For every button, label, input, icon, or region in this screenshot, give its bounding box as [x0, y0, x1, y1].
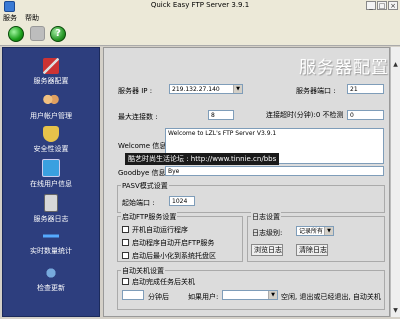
scrollbar[interactable]: ▲ ▼ — [390, 47, 400, 317]
goodbye-input[interactable]: Bye — [165, 166, 384, 176]
globe-icon — [43, 265, 59, 281]
menu-help[interactable]: 帮助 — [25, 13, 39, 23]
sidebar-item-user-accounts[interactable]: 用户帐户管理 — [3, 93, 99, 121]
tools-icon — [43, 58, 59, 74]
stop-server-button[interactable] — [30, 26, 45, 41]
max-connections-label: 最大连接数 : — [118, 113, 158, 121]
goodbye-label: Goodbye 信息: — [118, 169, 168, 177]
chevron-down-icon: ▼ — [324, 227, 333, 235]
minimize-to-tray-checkbox[interactable] — [122, 252, 129, 259]
log-settings-group-title: 日志设置 — [251, 212, 281, 222]
shutdown-user-dropdown[interactable]: ▼ — [222, 290, 278, 300]
sidebar-item-label: 服务器配置 — [33, 77, 69, 85]
shutdown-after-tasks-checkbox[interactable] — [122, 278, 129, 285]
toolbar: ? — [0, 23, 400, 46]
page-title: 服务器配置 — [299, 58, 389, 78]
auto-shutdown-group: 自动关机设置 启动完成任务后关机 分钟后 如果用户: ▼ 空闲, 退出或已经退出… — [117, 266, 385, 310]
main-panel: 服务器配置 服务器 IP : 219.132.27.140 ▼ 服务器端口 : … — [103, 47, 390, 317]
log-level-value: 记录所有 — [299, 228, 324, 235]
help-button[interactable]: ? — [50, 26, 66, 42]
browse-log-button[interactable]: 浏览日志 — [251, 244, 283, 256]
sidebar: 服务器配置 用户帐户管理 安全性设置 在线用户信息 服务器日志 实时数量统计 检… — [2, 47, 100, 317]
server-icon — [44, 194, 58, 212]
window-title: Quick Easy FTP Server 3.9.1 — [150, 1, 250, 9]
start-server-button[interactable] — [8, 26, 24, 42]
shutdown-minutes-input[interactable] — [122, 290, 144, 300]
auto-start-ftp-label: 启动程序自动开启FTP服务 — [132, 239, 215, 247]
auto-shutdown-group-title: 自动关机设置 — [121, 266, 165, 276]
close-button[interactable]: × — [388, 1, 398, 10]
server-port-input[interactable]: 21 — [347, 84, 384, 94]
ftp-startup-group: 启动FTP服务设置 开机自动运行程序 启动程序自动开启FTP服务 启动后最小化到… — [117, 212, 243, 262]
shutdown-after-tasks-label: 启动完成任务后关机 — [132, 278, 195, 286]
auto-run-label: 开机自动运行程序 — [132, 226, 188, 234]
sidebar-item-label: 安全性设置 — [33, 145, 69, 153]
menu-service[interactable]: 服务 — [3, 13, 17, 23]
sidebar-item-label: 在线用户信息 — [30, 180, 72, 188]
log-level-label: 日志级别: — [252, 229, 283, 237]
ftp-startup-group-title: 启动FTP服务设置 — [121, 212, 178, 222]
sidebar-item-server-config[interactable]: 服务器配置 — [3, 58, 99, 86]
pasv-group-title: PASV模式设置 — [121, 181, 169, 191]
idle-exit-label: 空闲, 退出或已经退出, 自动关机 — [281, 293, 381, 301]
timeout-label: 连接超时(分钟):0 不检测 — [266, 111, 344, 119]
chevron-down-icon: ▼ — [233, 85, 242, 93]
scroll-down-arrow-icon[interactable]: ▼ — [392, 307, 399, 315]
server-ip-dropdown[interactable]: 219.132.27.140 ▼ — [169, 84, 243, 94]
if-user-label: 如果用户: — [188, 293, 219, 301]
server-ip-label: 服务器 IP : — [118, 87, 153, 95]
watermark-banner: 酷艺时尚生活论坛 : http://www.tinnie.cn/bbs — [125, 153, 280, 165]
menu-bar: 服务 帮助 — [0, 12, 400, 23]
sidebar-item-label: 检查更新 — [37, 284, 65, 292]
pasv-group: PASV模式设置 起始端口 : 1024 — [117, 181, 385, 213]
clear-log-button[interactable]: 清除日志 — [296, 244, 328, 256]
chart-icon — [43, 228, 59, 244]
sidebar-item-realtime-stats[interactable]: 实时数量统计 — [3, 228, 99, 256]
timeout-input[interactable]: 0 — [347, 110, 384, 120]
maximize-button[interactable]: □ — [377, 1, 387, 10]
server-ip-value: 219.132.27.140 — [172, 86, 220, 93]
server-port-label: 服务器端口 : — [296, 87, 336, 95]
log-level-dropdown[interactable]: 记录所有 ▼ — [296, 226, 334, 236]
users-icon — [43, 93, 59, 109]
sidebar-item-check-updates[interactable]: 检查更新 — [3, 265, 99, 293]
start-port-input[interactable]: 1024 — [169, 196, 195, 206]
network-icon — [42, 159, 60, 177]
shield-icon — [43, 126, 59, 142]
minimize-button[interactable]: _ — [366, 1, 376, 10]
start-port-label: 起始端口 : — [122, 199, 155, 207]
sidebar-item-security[interactable]: 安全性设置 — [3, 126, 99, 154]
chevron-down-icon: ▼ — [268, 291, 277, 299]
minimize-to-tray-label: 启动后最小化到系统托盘区 — [132, 252, 216, 260]
sidebar-item-label: 实时数量统计 — [30, 247, 72, 255]
minutes-after-label: 分钟后 — [148, 293, 169, 301]
max-connections-input[interactable]: 8 — [208, 110, 234, 120]
log-settings-group: 日志设置 日志级别: 记录所有 ▼ 浏览日志 清除日志 — [247, 212, 385, 262]
sidebar-item-label: 服务器日志 — [33, 215, 69, 223]
auto-run-checkbox[interactable] — [122, 226, 129, 233]
sidebar-item-online-users[interactable]: 在线用户信息 — [3, 159, 99, 189]
welcome-label: Welcome 信息: — [118, 142, 169, 150]
sidebar-item-label: 用户帐户管理 — [30, 112, 72, 120]
auto-start-ftp-checkbox[interactable] — [122, 239, 129, 246]
sidebar-item-server-log[interactable]: 服务器日志 — [3, 194, 99, 224]
scroll-up-arrow-icon[interactable]: ▲ — [392, 61, 399, 69]
